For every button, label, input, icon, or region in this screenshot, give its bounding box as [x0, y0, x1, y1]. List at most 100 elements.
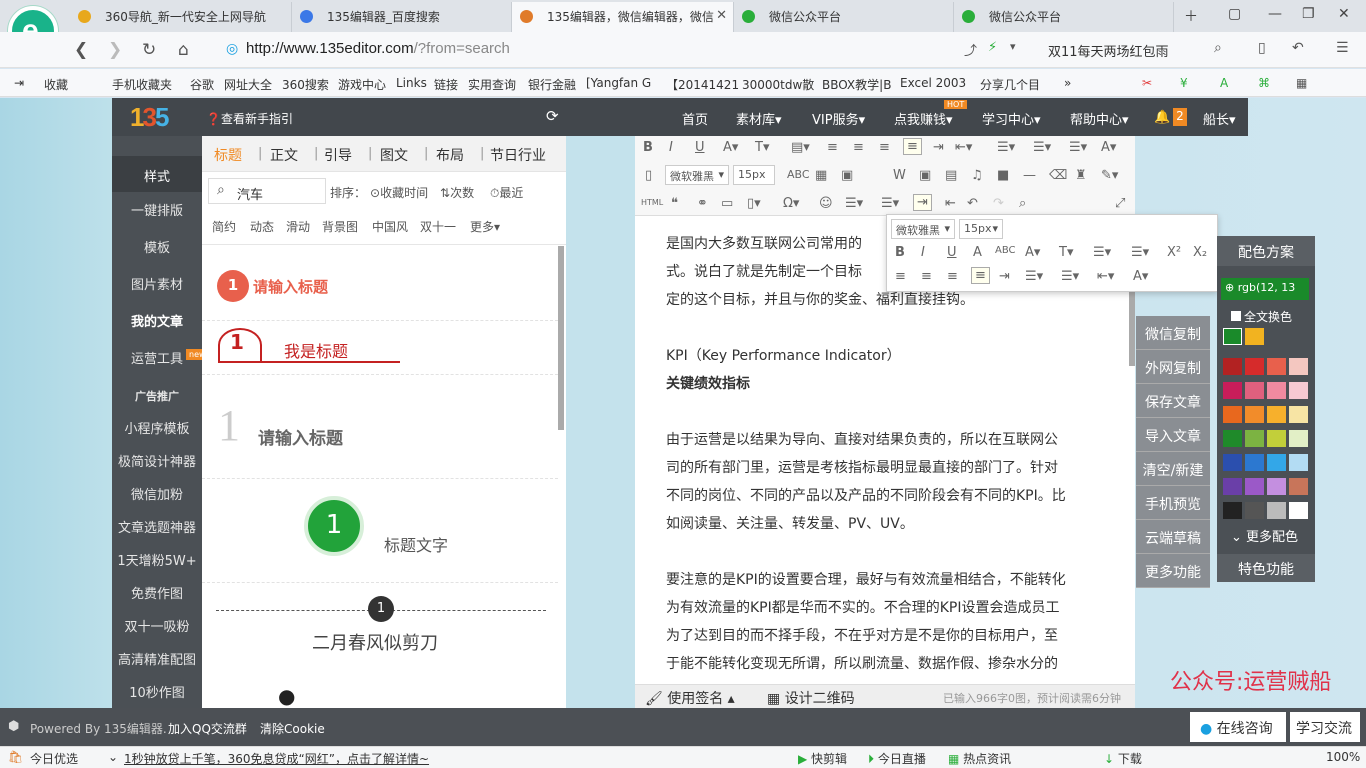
restore-icon[interactable]: ❐	[1302, 6, 1315, 22]
wand-icon[interactable]: ✎▾	[1101, 168, 1118, 183]
format-painter-icon[interactable]: ▤▾	[791, 140, 810, 155]
color-swatch[interactable]	[1223, 454, 1242, 471]
status-item[interactable]: ⏵ 今日直播	[868, 750, 926, 767]
close-tab-icon[interactable]: ✕	[716, 8, 727, 23]
color-swatch[interactable]	[1267, 454, 1286, 471]
user-menu[interactable]: 船长▾	[1203, 109, 1236, 128]
sidebar-item[interactable]: 文章选题神器	[112, 517, 202, 536]
sidebar-item[interactable]: 免费作图	[112, 583, 202, 602]
omega-icon[interactable]: Ω▾	[783, 196, 799, 211]
word-icon[interactable]: W	[893, 168, 906, 183]
learn-exchange-button[interactable]: 学习交流	[1290, 712, 1360, 742]
html-icon[interactable]: HTML	[641, 198, 663, 207]
sample-4-title[interactable]: 标题文字	[384, 532, 448, 556]
font-family-select[interactable]: 微软雅黑 ▾	[665, 165, 729, 185]
color-swatch[interactable]	[1267, 502, 1286, 519]
filter-tag[interactable]: 动态	[250, 218, 274, 235]
color-swatch[interactable]	[1267, 430, 1286, 447]
sidebar-item[interactable]: 极简设计神器	[112, 451, 202, 470]
new-tab-icon[interactable]: ＋	[1184, 6, 1198, 26]
browser-tab[interactable]: 135编辑器，微信编辑器，微信 ✕	[512, 2, 734, 32]
status-item[interactable]: ↓ 下载	[1104, 750, 1142, 767]
filter-tag[interactable]: 双十一	[420, 218, 456, 235]
sort-option[interactable]: ⊙收藏时间	[370, 184, 428, 201]
browser-tab[interactable]: 135编辑器_百度搜索	[292, 2, 512, 32]
color-swatch[interactable]	[1245, 382, 1264, 399]
letter-spacing-icon[interactable]: ☰▾	[1069, 140, 1087, 155]
help-guide[interactable]: ❓查看新手指引	[206, 110, 293, 127]
right-action-button[interactable]: 保存文章	[1136, 384, 1210, 418]
border-text-icon[interactable]: A	[973, 245, 982, 260]
emoji-icon[interactable]: ☺	[819, 196, 833, 211]
color-swatch[interactable]	[1289, 406, 1308, 423]
music-icon[interactable]: ♫	[971, 168, 983, 183]
color-swatch[interactable]	[1223, 406, 1242, 423]
font-color-icon[interactable]: A▾	[723, 140, 738, 155]
align-left-icon[interactable]: ≡	[895, 269, 906, 284]
color-swatch[interactable]	[1245, 358, 1264, 375]
chevron-down-icon[interactable]: ▾	[1010, 40, 1016, 53]
align-left-icon[interactable]: ≡	[827, 140, 838, 155]
color-swatch[interactable]	[1245, 430, 1264, 447]
sort-option[interactable]: ⇅次数	[440, 184, 474, 201]
top-nav-item[interactable]: 点我赚钱▾	[894, 109, 953, 128]
sample-1-title[interactable]: 请输入标题	[253, 276, 328, 297]
color-swatch[interactable]	[1223, 358, 1242, 375]
strikethrough-icon[interactable]: ABC	[787, 168, 810, 181]
sidebar-item[interactable]: 微信加粉	[112, 484, 202, 503]
search-icon[interactable]: ⌕	[1214, 40, 1222, 56]
undo-icon[interactable]: ↶	[1292, 40, 1304, 56]
sidebar-item[interactable]: 1天增粉5W+	[112, 550, 202, 569]
color-swatch[interactable]	[1223, 430, 1242, 447]
font-size-select[interactable]: 15px	[733, 165, 775, 185]
sidebar-toggle-icon[interactable]: ⇥	[14, 76, 24, 90]
sidebar-item[interactable]: 10秒作图	[112, 682, 202, 701]
sidebar-item[interactable]: 小程序模板	[112, 418, 202, 437]
bold-icon[interactable]: B	[895, 245, 905, 260]
image-icon[interactable]: ▣	[841, 168, 853, 183]
today-picks[interactable]: 今日优选	[30, 750, 78, 767]
direction-rtl-icon[interactable]: ⇤	[945, 196, 956, 211]
filter-tag[interactable]: 中国风	[372, 218, 408, 235]
italic-icon[interactable]: I	[669, 140, 673, 155]
all-text-color-checkbox[interactable]: 全文换色	[1231, 308, 1292, 325]
color-swatch[interactable]	[1245, 406, 1264, 423]
color-swatch[interactable]	[1223, 382, 1242, 399]
color-swatch[interactable]	[1289, 478, 1308, 495]
color-swatch[interactable]	[1289, 430, 1308, 447]
panel-tab[interactable]: 图文	[380, 145, 408, 165]
right-action-button[interactable]: 外网复制	[1136, 350, 1210, 384]
right-action-button[interactable]: 手机预览	[1136, 486, 1210, 520]
color-swatch[interactable]	[1223, 502, 1242, 519]
panel-tab[interactable]: 节日行业	[490, 145, 546, 165]
font-color-icon[interactable]: A▾	[1025, 245, 1040, 260]
browser-tab[interactable]: 微信公众平台	[954, 2, 1174, 32]
panel-tab[interactable]: 正文	[270, 145, 298, 165]
sample-3-title[interactable]: 请输入标题	[258, 424, 343, 449]
underline-icon[interactable]: U	[695, 140, 705, 155]
bookmark-item[interactable]: Excel 2003	[900, 76, 966, 90]
redo-icon[interactable]: ↷	[993, 196, 1004, 211]
top-nav-item[interactable]: 帮助中心▾	[1070, 109, 1129, 128]
filter-tag[interactable]: 简约	[212, 218, 236, 235]
line-spacing-icon[interactable]: ☰▾	[997, 140, 1015, 155]
float-font-select[interactable]: 微软雅黑 ▾	[891, 219, 955, 239]
filter-tag[interactable]: 背景图	[322, 218, 358, 235]
find-replace-icon[interactable]: ⌕	[1019, 196, 1026, 211]
sample-2-title[interactable]: 我是标题	[284, 338, 348, 362]
search-suggestion[interactable]: 双11每天两场红包雨	[1048, 41, 1169, 60]
minimize-icon[interactable]: —	[1268, 6, 1282, 22]
outdent-icon[interactable]: ⇤▾	[1097, 269, 1114, 284]
brush-icon[interactable]: ♜	[1075, 168, 1087, 183]
color-swatch[interactable]	[1223, 478, 1242, 495]
close-window-icon[interactable]: ✕	[1338, 6, 1350, 22]
sidebar-item[interactable]: 样式	[112, 156, 202, 192]
panel-tab[interactable]: 引导	[324, 145, 352, 165]
color-swatch[interactable]	[1289, 358, 1308, 375]
bell-icon[interactable]: 🔔	[1154, 110, 1170, 125]
video-icon[interactable]: ■	[997, 168, 1009, 183]
top-nav-item[interactable]: 首页	[682, 109, 708, 128]
insert-image-icon[interactable]: ▣	[919, 168, 931, 183]
more-bookmarks-icon[interactable]: »	[1064, 76, 1071, 90]
currency-icon[interactable]: ¥	[1180, 76, 1188, 90]
